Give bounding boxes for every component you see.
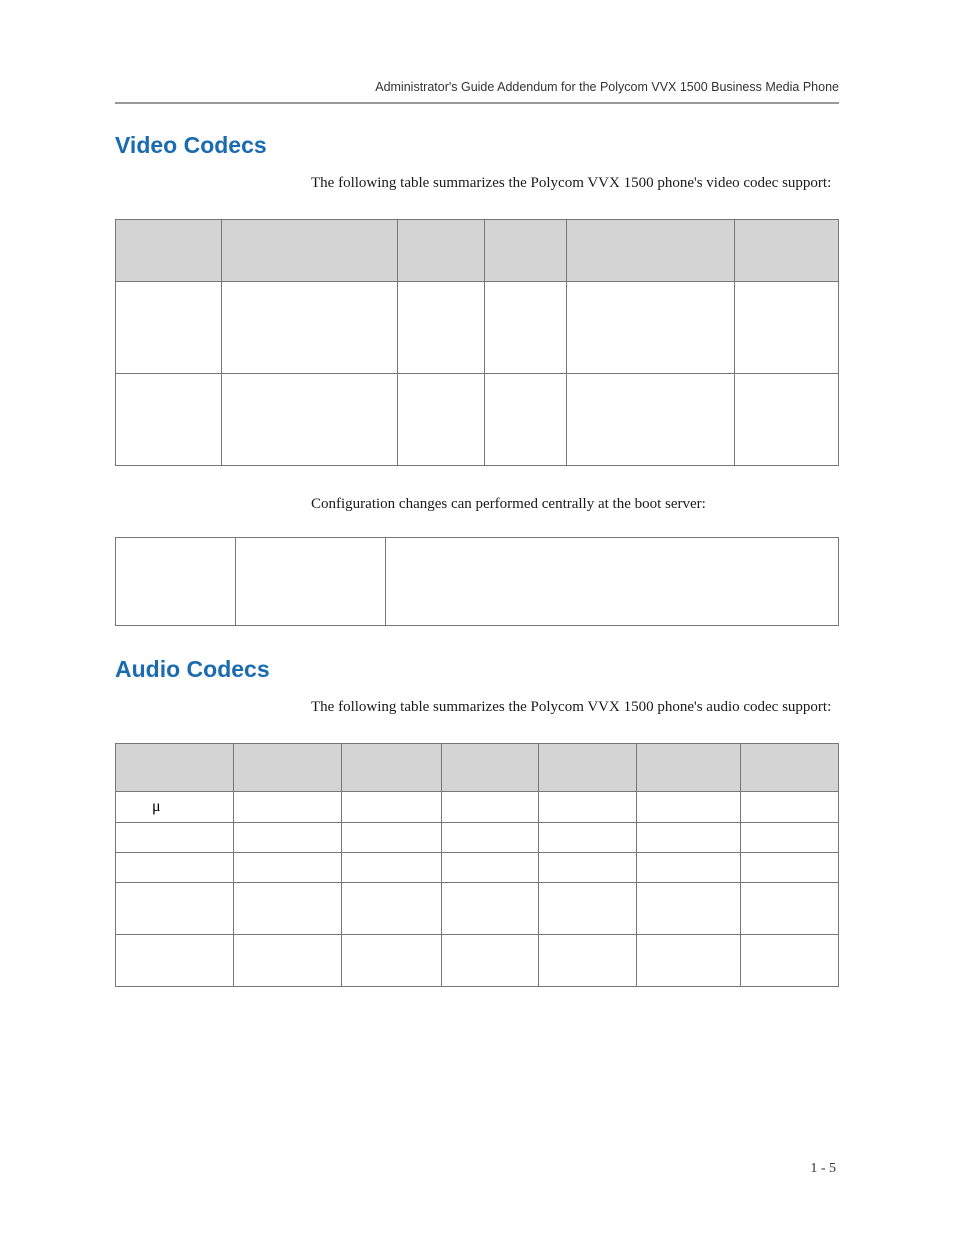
table-cell — [539, 852, 637, 882]
table-cell — [741, 934, 839, 986]
table-cell — [539, 822, 637, 852]
table-header — [116, 219, 222, 281]
audio-codecs-heading: Audio Codecs — [115, 656, 839, 683]
table-cell — [441, 791, 539, 822]
table-cell — [539, 882, 637, 934]
video-codecs-table — [115, 219, 839, 466]
table-cell — [116, 934, 234, 986]
table-cell — [539, 934, 637, 986]
table-cell — [116, 852, 234, 882]
table-cell — [341, 822, 441, 852]
table-header — [539, 743, 637, 791]
table-header — [485, 219, 567, 281]
table-cell — [637, 934, 741, 986]
table-cell — [116, 537, 236, 625]
table-header — [567, 219, 735, 281]
table-cell — [637, 791, 741, 822]
config-table — [115, 537, 839, 626]
table-header — [233, 743, 341, 791]
table-cell — [233, 791, 341, 822]
table-header — [221, 219, 397, 281]
table-cell — [233, 852, 341, 882]
table-cell — [233, 882, 341, 934]
table-cell — [485, 281, 567, 373]
table-cell — [221, 373, 397, 465]
table-cell — [341, 791, 441, 822]
table-cell: μ — [116, 791, 234, 822]
header-divider — [115, 102, 839, 104]
table-cell — [637, 852, 741, 882]
audio-codecs-intro: The following table summarizes the Polyc… — [311, 697, 839, 719]
table-cell — [741, 822, 839, 852]
table-cell — [485, 373, 567, 465]
table-cell — [567, 281, 735, 373]
table-header — [637, 743, 741, 791]
table-cell — [441, 934, 539, 986]
page-number: 1 - 5 — [810, 1161, 836, 1177]
table-cell — [233, 822, 341, 852]
table-cell — [567, 373, 735, 465]
table-cell — [441, 852, 539, 882]
table-cell — [233, 934, 341, 986]
table-cell — [637, 822, 741, 852]
table-cell — [397, 373, 485, 465]
table-cell — [637, 882, 741, 934]
table-cell — [735, 373, 839, 465]
table-cell — [539, 791, 637, 822]
table-cell — [116, 281, 222, 373]
table-header — [735, 219, 839, 281]
audio-codecs-table: μ — [115, 743, 839, 987]
table-header — [441, 743, 539, 791]
video-codecs-heading: Video Codecs — [115, 132, 839, 159]
table-cell — [341, 852, 441, 882]
config-intro: Configuration changes can performed cent… — [311, 496, 839, 513]
table-cell — [735, 281, 839, 373]
table-cell — [116, 373, 222, 465]
table-cell — [741, 791, 839, 822]
table-cell — [221, 281, 397, 373]
video-codecs-intro: The following table summarizes the Polyc… — [311, 173, 839, 195]
table-header — [116, 743, 234, 791]
table-cell — [116, 822, 234, 852]
table-cell — [341, 882, 441, 934]
table-cell — [741, 852, 839, 882]
table-cell — [441, 822, 539, 852]
table-header — [341, 743, 441, 791]
running-header: Administrator's Guide Addendum for the P… — [115, 80, 839, 94]
table-header — [741, 743, 839, 791]
table-cell — [116, 882, 234, 934]
table-cell — [341, 934, 441, 986]
table-cell — [386, 537, 839, 625]
table-header — [397, 219, 485, 281]
table-cell — [441, 882, 539, 934]
table-cell — [236, 537, 386, 625]
table-cell — [741, 882, 839, 934]
table-cell — [397, 281, 485, 373]
